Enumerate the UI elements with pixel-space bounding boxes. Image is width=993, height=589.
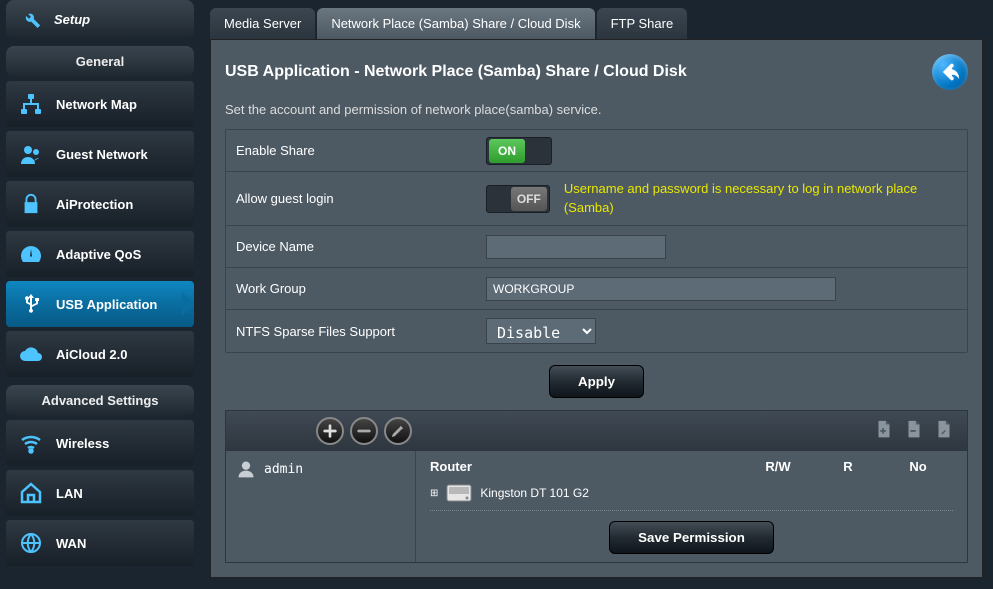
add-user-button[interactable] — [316, 417, 344, 445]
home-icon — [18, 480, 44, 506]
workgroup-label: Work Group — [236, 281, 486, 296]
drive-icon — [446, 484, 472, 502]
permission-panel: admin Router R/W R No ⊞ Kin — [225, 410, 968, 563]
sidebar-item-aiprotection[interactable]: AiProtection — [6, 181, 194, 227]
lock-icon — [18, 191, 44, 217]
advanced-header: Advanced Settings — [6, 385, 194, 416]
sidebar-item-label: Guest Network — [56, 147, 148, 162]
sidebar-item-wireless[interactable]: Wireless — [6, 420, 194, 466]
user-list: admin — [226, 451, 416, 562]
enable-share-toggle[interactable]: ON — [486, 137, 552, 165]
general-header: General — [6, 46, 194, 77]
sidebar-item-label: Adaptive QoS — [56, 247, 141, 262]
user-name: admin — [264, 462, 303, 477]
sidebar-item-label: AiCloud 2.0 — [56, 347, 128, 362]
settings-panel: USB Application - Network Place (Samba) … — [210, 39, 983, 578]
setup-label: Setup — [54, 12, 90, 27]
panel-description: Set the account and permission of networ… — [225, 102, 968, 117]
guest-network-icon — [18, 141, 44, 167]
back-button[interactable] — [932, 54, 968, 90]
sidebar-item-network-map[interactable]: Network Map — [6, 81, 194, 127]
tab-bar: Media Server Network Place (Samba) Share… — [210, 8, 983, 39]
workgroup-input[interactable] — [486, 277, 836, 301]
allow-guest-label: Allow guest login — [236, 191, 486, 206]
remove-user-button[interactable] — [350, 417, 378, 445]
plus-icon — [322, 423, 338, 439]
device-row[interactable]: ⊞ Kingston DT 101 G2 — [430, 480, 953, 506]
ntfs-sparse-label: NTFS Sparse Files Support — [236, 324, 486, 339]
main-content: Media Server Network Place (Samba) Share… — [200, 0, 993, 589]
sidebar-item-usb-application[interactable]: USB Application — [6, 281, 194, 327]
network-map-icon — [18, 91, 44, 117]
settings-form: Enable Share ON Allow guest login OFF Us… — [225, 129, 968, 353]
sidebar-item-adaptive-qos[interactable]: Adaptive QoS — [6, 231, 194, 277]
expand-icon[interactable]: ⊞ — [430, 488, 438, 499]
tab-media-server[interactable]: Media Server — [210, 8, 315, 39]
toggle-state: OFF — [511, 187, 547, 211]
permission-toolbar — [226, 411, 967, 451]
user-icon — [236, 459, 256, 479]
sidebar-item-lan[interactable]: LAN — [6, 470, 194, 516]
col-device: Router — [430, 459, 743, 474]
usb-icon — [18, 291, 44, 317]
panel-title: USB Application - Network Place (Samba) … — [225, 63, 687, 81]
sidebar-item-label: AiProtection — [56, 197, 133, 212]
pencil-icon — [391, 424, 405, 438]
divider — [430, 510, 953, 511]
back-arrow-icon — [939, 61, 961, 83]
col-r: R — [813, 459, 883, 474]
sidebar-item-guest-network[interactable]: Guest Network — [6, 131, 194, 177]
globe-icon — [18, 530, 44, 556]
toggle-state: ON — [489, 139, 525, 163]
sidebar: Setup General Network Map Guest Network … — [0, 0, 200, 589]
cloud-icon — [18, 341, 44, 367]
sidebar-item-label: USB Application — [56, 297, 157, 312]
apply-button[interactable]: Apply — [549, 365, 644, 398]
edit-user-button[interactable] — [384, 417, 412, 445]
sidebar-item-label: Network Map — [56, 97, 137, 112]
device-name-label: Device Name — [236, 239, 486, 254]
col-rw: R/W — [743, 459, 813, 474]
wifi-icon — [18, 430, 44, 456]
edit-folder-button[interactable] — [933, 419, 957, 443]
minus-icon — [356, 423, 372, 439]
col-no: No — [883, 459, 953, 474]
add-folder-button[interactable] — [873, 419, 897, 443]
tab-samba-share[interactable]: Network Place (Samba) Share / Cloud Disk — [317, 8, 594, 39]
permission-header: Router R/W R No — [430, 459, 953, 480]
speedometer-icon — [18, 241, 44, 267]
sidebar-item-aicloud[interactable]: AiCloud 2.0 — [6, 331, 194, 377]
sidebar-item-label: Wireless — [56, 436, 109, 451]
setup-button[interactable]: Setup — [6, 0, 194, 38]
save-permission-button[interactable]: Save Permission — [609, 521, 774, 554]
sidebar-item-label: LAN — [56, 486, 83, 501]
tab-ftp-share[interactable]: FTP Share — [597, 8, 688, 39]
device-name: Kingston DT 101 G2 — [480, 486, 589, 500]
sidebar-item-wan[interactable]: WAN — [6, 520, 194, 566]
allow-guest-hint: Username and password is necessary to lo… — [564, 180, 957, 216]
user-item[interactable]: admin — [236, 459, 405, 479]
device-name-input[interactable] — [486, 235, 666, 259]
remove-folder-button[interactable] — [903, 419, 927, 443]
allow-guest-toggle[interactable]: OFF — [486, 185, 550, 213]
enable-share-label: Enable Share — [236, 143, 486, 158]
wrench-icon — [18, 6, 44, 32]
ntfs-sparse-select[interactable]: Disable — [486, 318, 596, 344]
sidebar-item-label: WAN — [56, 536, 86, 551]
